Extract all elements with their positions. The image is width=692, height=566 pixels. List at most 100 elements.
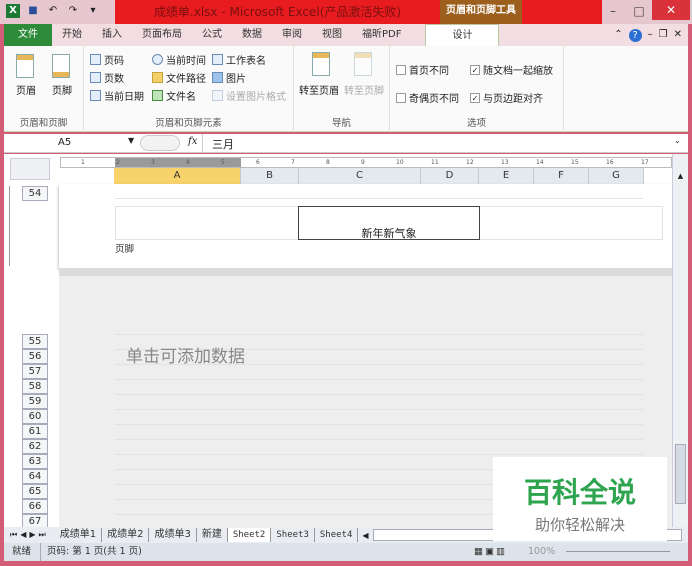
workbook-close-icon[interactable]: ✕ [674,29,682,42]
undo-icon[interactable]: ↶ [46,4,60,18]
tab-page-layout[interactable]: 页面布局 [132,24,192,46]
scroll-left-icon[interactable]: ◀ [358,531,372,540]
sheet-tab[interactable]: Sheet4 [315,528,359,542]
row-header-54[interactable]: 54 [22,186,48,201]
format-picture-button[interactable]: 设置图片格式 [212,88,286,103]
label: 当前时间 [166,56,206,67]
zoom-level[interactable]: 100% [528,543,555,561]
group-label: 页眉和页脚元素 [155,118,222,129]
file-path-button[interactable]: 文件路径 [152,70,206,85]
expand-formula-icon[interactable]: ⌄ [674,136,681,145]
workbook-restore-icon[interactable]: ❐ [659,29,668,42]
current-date-button[interactable]: 当前日期 [90,88,144,103]
vertical-scrollbar[interactable]: ▲ [672,154,688,527]
row-header-59[interactable]: 59 [22,394,48,409]
file-name-button[interactable]: 文件名 [152,88,196,103]
tab-foxit-pdf[interactable]: 福昕PDF [352,24,411,46]
header-button[interactable]: 页眉 [16,82,36,97]
footer-button[interactable]: 页脚 [52,82,72,97]
view-buttons-icon[interactable]: ▦▣▥ [474,543,507,561]
sheet-tab[interactable]: 新建 [197,528,228,542]
footer-center-section[interactable]: 新年新气象 [298,206,480,240]
ruler-tick-label: 16 [606,159,614,166]
check-icon: ✓ [470,64,480,75]
odd-even-different-checkbox[interactable]: 奇偶页不同 [396,90,459,105]
name-box[interactable]: A5 [58,137,71,148]
column-header-c[interactable]: C [299,168,421,184]
goto-footer-icon [354,52,372,76]
row-header-61[interactable]: 61 [22,424,48,439]
sheet-tab[interactable]: Sheet3 [271,528,315,542]
tab-view[interactable]: 视图 [312,24,352,46]
row-header-63[interactable]: 63 [22,454,48,469]
ruler-tick-label: 8 [326,159,330,166]
redo-icon[interactable]: ↷ [66,4,80,18]
column-header-f[interactable]: F [534,168,589,184]
page-number-button[interactable]: 页码 [90,52,124,67]
insert-function-button[interactable]: fx [188,136,197,147]
sheet-tab[interactable]: 成绩单3 [149,528,197,542]
goto-header-icon [312,52,330,76]
label: 文件名 [166,92,196,103]
help-icon[interactable]: ? [628,28,642,42]
row-header-55[interactable]: 55 [22,334,48,349]
page-count-button[interactable]: 页数 [90,70,124,85]
label: 页数 [104,74,124,85]
first-page-different-checkbox[interactable]: 首页不同 [396,62,449,77]
formula-expand-handle[interactable] [140,135,180,151]
align-margins-checkbox[interactable]: ✓ 与页边距对齐 [470,90,543,105]
clock-icon [152,54,163,65]
close-button[interactable]: ✕ [652,0,690,20]
save-icon[interactable]: ■ [26,4,40,18]
row-header-64[interactable]: 64 [22,469,48,484]
picture-button[interactable]: 图片 [212,70,246,85]
title-bar-fill [522,0,602,24]
tab-file[interactable]: 文件 [4,24,52,46]
vertical-ruler [9,186,21,266]
workbook-minimize-icon[interactable]: – [648,29,653,42]
current-time-button[interactable]: 当前时间 [152,52,206,67]
scale-with-document-checkbox[interactable]: ✓ 随文档一起缩放 [470,62,553,77]
tab-design[interactable]: 设计 [425,24,500,46]
maximize-button[interactable]: □ [626,2,652,20]
column-header-e[interactable]: E [479,168,534,184]
tab-home[interactable]: 开始 [52,24,92,46]
row-header-58[interactable]: 58 [22,379,48,394]
goto-header-button[interactable]: 转至页眉 [299,82,339,97]
minimize-button[interactable]: – [600,2,626,20]
column-header-d[interactable]: D [421,168,479,184]
sheet-tab[interactable]: 成绩单2 [102,528,150,542]
sheet-tab-active[interactable]: Sheet2 [227,528,272,542]
row-header-60[interactable]: 60 [22,409,48,424]
name-box-dropdown-icon[interactable]: ▼ [128,136,134,145]
tab-review[interactable]: 审阅 [272,24,312,46]
column-header-b[interactable]: B [241,168,299,184]
customize-qat-icon[interactable]: ▾ [86,4,100,18]
select-all-corner[interactable] [10,158,50,180]
row-54[interactable] [115,185,643,199]
row-header-62[interactable]: 62 [22,439,48,454]
collapse-ribbon-icon[interactable]: ⌃ [614,29,622,42]
column-header-g[interactable]: G [589,168,644,184]
sheet-nav-arrows-icon[interactable]: ⏮◀▶⏭ [4,530,55,540]
horizontal-ruler[interactable]: 1 2 3 4 5 6 7 8 9 10 11 12 13 14 15 16 17 [60,157,672,168]
row-header-66[interactable]: 66 [22,499,48,514]
row-header-65[interactable]: 65 [22,484,48,499]
zoom-slider[interactable] [566,551,670,552]
label: 工作表名 [226,56,266,67]
column-header-a[interactable]: A [114,168,241,184]
tab-data[interactable]: 数据 [232,24,272,46]
row-header-57[interactable]: 57 [22,364,48,379]
sheet-name-button[interactable]: 工作表名 [212,52,266,67]
tab-insert[interactable]: 插入 [92,24,132,46]
tab-formulas[interactable]: 公式 [192,24,232,46]
row-header-56[interactable]: 56 [22,349,48,364]
group-options: 首页不同 奇偶页不同 ✓ 随文档一起缩放 ✓ 与页边距对齐 选项 [390,46,564,132]
scrollbar-thumb[interactable] [675,444,686,504]
scroll-up-icon[interactable]: ▲ [673,172,688,180]
status-page: 页码: 第 1 页(共 1 页) [40,543,142,561]
goto-footer-button[interactable]: 转至页脚 [344,82,384,97]
add-data-placeholder[interactable]: 单击可添加数据 [126,342,245,367]
formula-input[interactable]: 三月 [212,136,234,152]
sheet-tab[interactable]: 成绩单1 [55,528,103,542]
